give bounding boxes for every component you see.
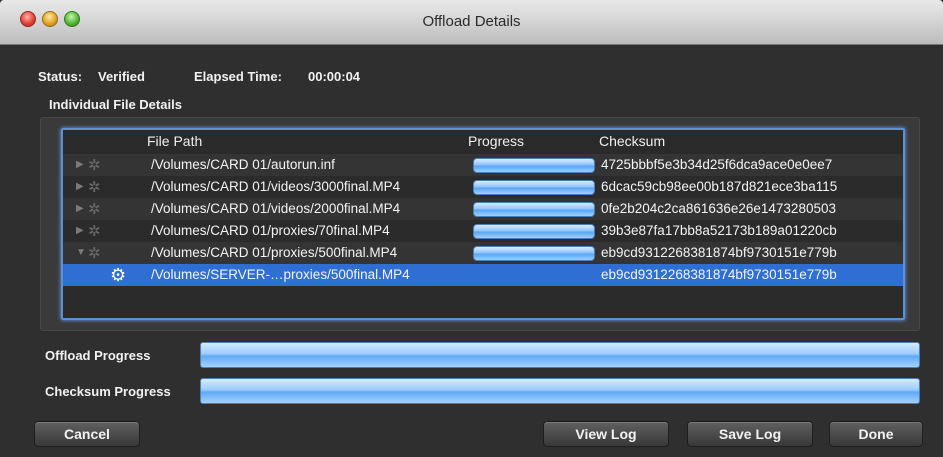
file-path-cell: /Volumes/CARD 01/videos/2000final.MP4 bbox=[151, 201, 401, 216]
gear-icon: ✲ bbox=[88, 179, 101, 196]
status-value: Verified bbox=[98, 69, 145, 84]
checksum-cell: eb9cd9312268381874bf9730151e779b bbox=[601, 267, 837, 282]
table-row[interactable]: ▶ ✲ /Volumes/CARD 01/videos/3000final.MP… bbox=[63, 176, 903, 198]
table-row[interactable]: ▶ ✲ /Volumes/CARD 01/proxies/70final.MP4… bbox=[63, 220, 903, 242]
file-path-cell: /Volumes/CARD 01/proxies/70final.MP4 bbox=[151, 223, 390, 238]
disclosure-triangle-expanded-icon[interactable]: ▼ bbox=[76, 247, 86, 258]
offload-progress-bar bbox=[200, 342, 920, 368]
file-details-table[interactable]: File Path Progress Checksum ▶ ✲ /Volumes… bbox=[61, 128, 905, 320]
column-header-checksum[interactable]: Checksum bbox=[599, 133, 665, 149]
gear-icon: ✲ bbox=[88, 223, 101, 240]
checksum-progress-bar bbox=[200, 378, 920, 404]
disclosure-triangle-icon[interactable]: ▶ bbox=[76, 225, 84, 236]
view-log-button[interactable]: View Log bbox=[543, 421, 669, 447]
file-path-cell: /Volumes/SERVER-…proxies/500final.MP4 bbox=[151, 267, 410, 282]
column-header-file-path[interactable]: File Path bbox=[147, 133, 202, 149]
table-row[interactable]: ▶ ✲ /Volumes/CARD 01/videos/2000final.MP… bbox=[63, 198, 903, 220]
disclosure-triangle-icon[interactable]: ▶ bbox=[76, 181, 84, 192]
table-empty-row bbox=[63, 286, 903, 316]
table-row-selected[interactable]: ⚙ /Volumes/SERVER-…proxies/500final.MP4 … bbox=[63, 264, 903, 286]
file-path-cell: /Volumes/CARD 01/proxies/500final.MP4 bbox=[151, 245, 398, 260]
done-button[interactable]: Done bbox=[829, 421, 923, 447]
checksum-cell: 4725bbbf5e3b34d25f6dca9ace0e0ee7 bbox=[601, 157, 833, 172]
gear-icon: ✲ bbox=[88, 245, 101, 262]
file-path-cell: /Volumes/CARD 01/videos/3000final.MP4 bbox=[151, 179, 401, 194]
title-bar[interactable]: Offload Details bbox=[0, 0, 943, 45]
status-label: Status: bbox=[38, 69, 83, 84]
section-title: Individual File Details bbox=[49, 97, 182, 112]
row-progress-bar bbox=[473, 158, 595, 173]
row-progress-bar bbox=[473, 180, 595, 195]
save-log-button[interactable]: Save Log bbox=[687, 421, 813, 447]
table-row[interactable]: ▶ ✲ /Volumes/CARD 01/autorun.inf 4725bbb… bbox=[63, 154, 903, 176]
checksum-cell: 6dcac59cb98ee00b187d821ece3ba115 bbox=[601, 179, 838, 194]
row-progress-bar bbox=[473, 224, 595, 239]
elapsed-time-value: 00:00:04 bbox=[308, 69, 361, 84]
disclosure-triangle-icon[interactable]: ▶ bbox=[76, 159, 84, 170]
gear-icon: ✲ bbox=[88, 201, 101, 218]
gear-icon: ✲ bbox=[88, 157, 101, 174]
checksum-cell: 0fe2b204c2ca861636e26e1473280503 bbox=[601, 201, 836, 216]
column-header-progress[interactable]: Progress bbox=[468, 133, 524, 149]
checksum-progress-label: Checksum Progress bbox=[45, 384, 171, 399]
gear-icon: ⚙ bbox=[110, 265, 127, 285]
window-title: Offload Details bbox=[422, 13, 521, 30]
cancel-button[interactable]: Cancel bbox=[34, 421, 140, 447]
table-row[interactable]: ▼ ✲ /Volumes/CARD 01/proxies/500final.MP… bbox=[63, 242, 903, 264]
row-progress-bar bbox=[473, 246, 595, 261]
offload-progress-label: Offload Progress bbox=[45, 348, 151, 363]
elapsed-time-label: Elapsed Time: bbox=[194, 69, 282, 84]
disclosure-triangle-icon[interactable]: ▶ bbox=[76, 203, 84, 214]
checksum-cell: eb9cd9312268381874bf9730151e779b bbox=[601, 245, 837, 260]
offload-details-window: Offload Details Status: Verified Elapsed… bbox=[0, 0, 943, 457]
checksum-cell: 39b3e87fa17bb8a52173b189a01220cb bbox=[601, 223, 837, 238]
table-header: File Path Progress Checksum bbox=[63, 130, 903, 150]
row-progress-bar bbox=[473, 202, 595, 217]
file-path-cell: /Volumes/CARD 01/autorun.inf bbox=[151, 157, 335, 172]
